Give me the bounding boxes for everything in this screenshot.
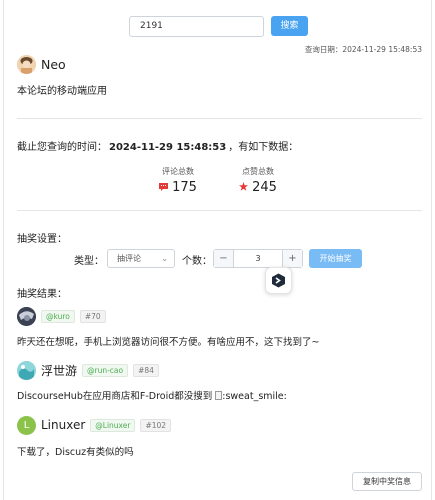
decrement-button[interactable]: − <box>214 250 234 267</box>
user-display-name[interactable]: 浮世游 <box>41 362 77 379</box>
likes-value: 245 <box>252 180 277 195</box>
author-avatar[interactable] <box>17 54 36 74</box>
user-handle[interactable]: @kuro <box>41 309 75 323</box>
result-user-2: 浮世游 @run-cao #84 <box>17 360 159 380</box>
count-stepper[interactable]: − 3 + <box>213 249 303 268</box>
user-avatar[interactable] <box>17 360 36 380</box>
broken-image-alt: :sweat_smile: <box>222 391 287 402</box>
comments-label: 评论总数 <box>162 167 194 176</box>
query-date: 查询日期：2024-11-29 15:48:53 <box>304 45 422 54</box>
count-input[interactable]: 3 <box>234 250 282 267</box>
search-input[interactable]: 2191 <box>129 16 264 37</box>
increment-button[interactable]: + <box>282 250 302 267</box>
floor-tag: #102 <box>140 418 172 432</box>
result-content-1: 昨天还在想呢，手机上浏览器访问很不方便。有啥应用不，这下找到了~ <box>17 337 320 348</box>
discourse-app-icon[interactable] <box>265 267 292 294</box>
likes-stat: 点赞总数 245 <box>238 166 278 195</box>
star-icon <box>239 180 249 195</box>
divider <box>17 118 422 119</box>
summary-prefix: 截止您查询的时间： <box>17 142 107 153</box>
user-avatar[interactable] <box>17 306 36 326</box>
topic-author: Neo <box>17 54 66 74</box>
floor-tag: #84 <box>133 363 159 377</box>
user-handle[interactable]: @run-cao <box>82 363 129 377</box>
type-select[interactable]: 抽评论 ⌄ <box>107 249 175 268</box>
result-content-3: 下载了，Discuz有类似的吗 <box>17 447 134 458</box>
chevron-down-icon: ⌄ <box>161 254 168 263</box>
type-label: 类型： <box>74 256 104 267</box>
result-content-2: DiscourseHub在应用商店和F-Droid都没搜到 :sweat_smi… <box>17 388 287 402</box>
start-lottery-button[interactable]: 开始抽奖 <box>309 249 362 268</box>
likes-label: 点赞总数 <box>242 167 274 176</box>
topic-title[interactable]: 本论坛的移动端应用 <box>17 82 107 97</box>
search-button[interactable]: 搜索 <box>271 16 308 36</box>
comments-stat: 评论总数 175 <box>158 166 198 195</box>
divider <box>17 210 422 211</box>
floor-tag: #70 <box>79 309 106 323</box>
count-label: 个数： <box>182 256 212 267</box>
avatar-letter: L <box>23 419 30 431</box>
lottery-settings-label: 抽奖设置： <box>17 234 67 245</box>
copy-results-button[interactable]: 复制中奖信息 <box>352 472 422 491</box>
result-user-1: @kuro #70 <box>17 306 106 326</box>
result-user-3: L Linuxer @Linuxer #102 <box>17 415 172 435</box>
result-content-text: DiscourseHub在应用商店和F-Droid都没搜到 <box>17 391 216 402</box>
summary-line: 截止您查询的时间： 2024-11-29 15:48:53 ，有如下数据： <box>17 138 298 153</box>
comments-value: 175 <box>172 180 197 195</box>
user-handle[interactable]: @Linuxer <box>90 418 136 432</box>
type-select-value: 抽评论 <box>117 254 141 263</box>
user-display-name[interactable]: Linuxer <box>41 418 85 432</box>
summary-time: 2024-11-29 15:48:53 <box>109 142 227 153</box>
author-name[interactable]: Neo <box>41 57 66 72</box>
lottery-results-label: 抽奖结果： <box>17 289 67 300</box>
user-avatar[interactable]: L <box>17 415 36 435</box>
summary-suffix: ，有如下数据： <box>228 142 299 153</box>
comment-icon <box>159 180 169 195</box>
